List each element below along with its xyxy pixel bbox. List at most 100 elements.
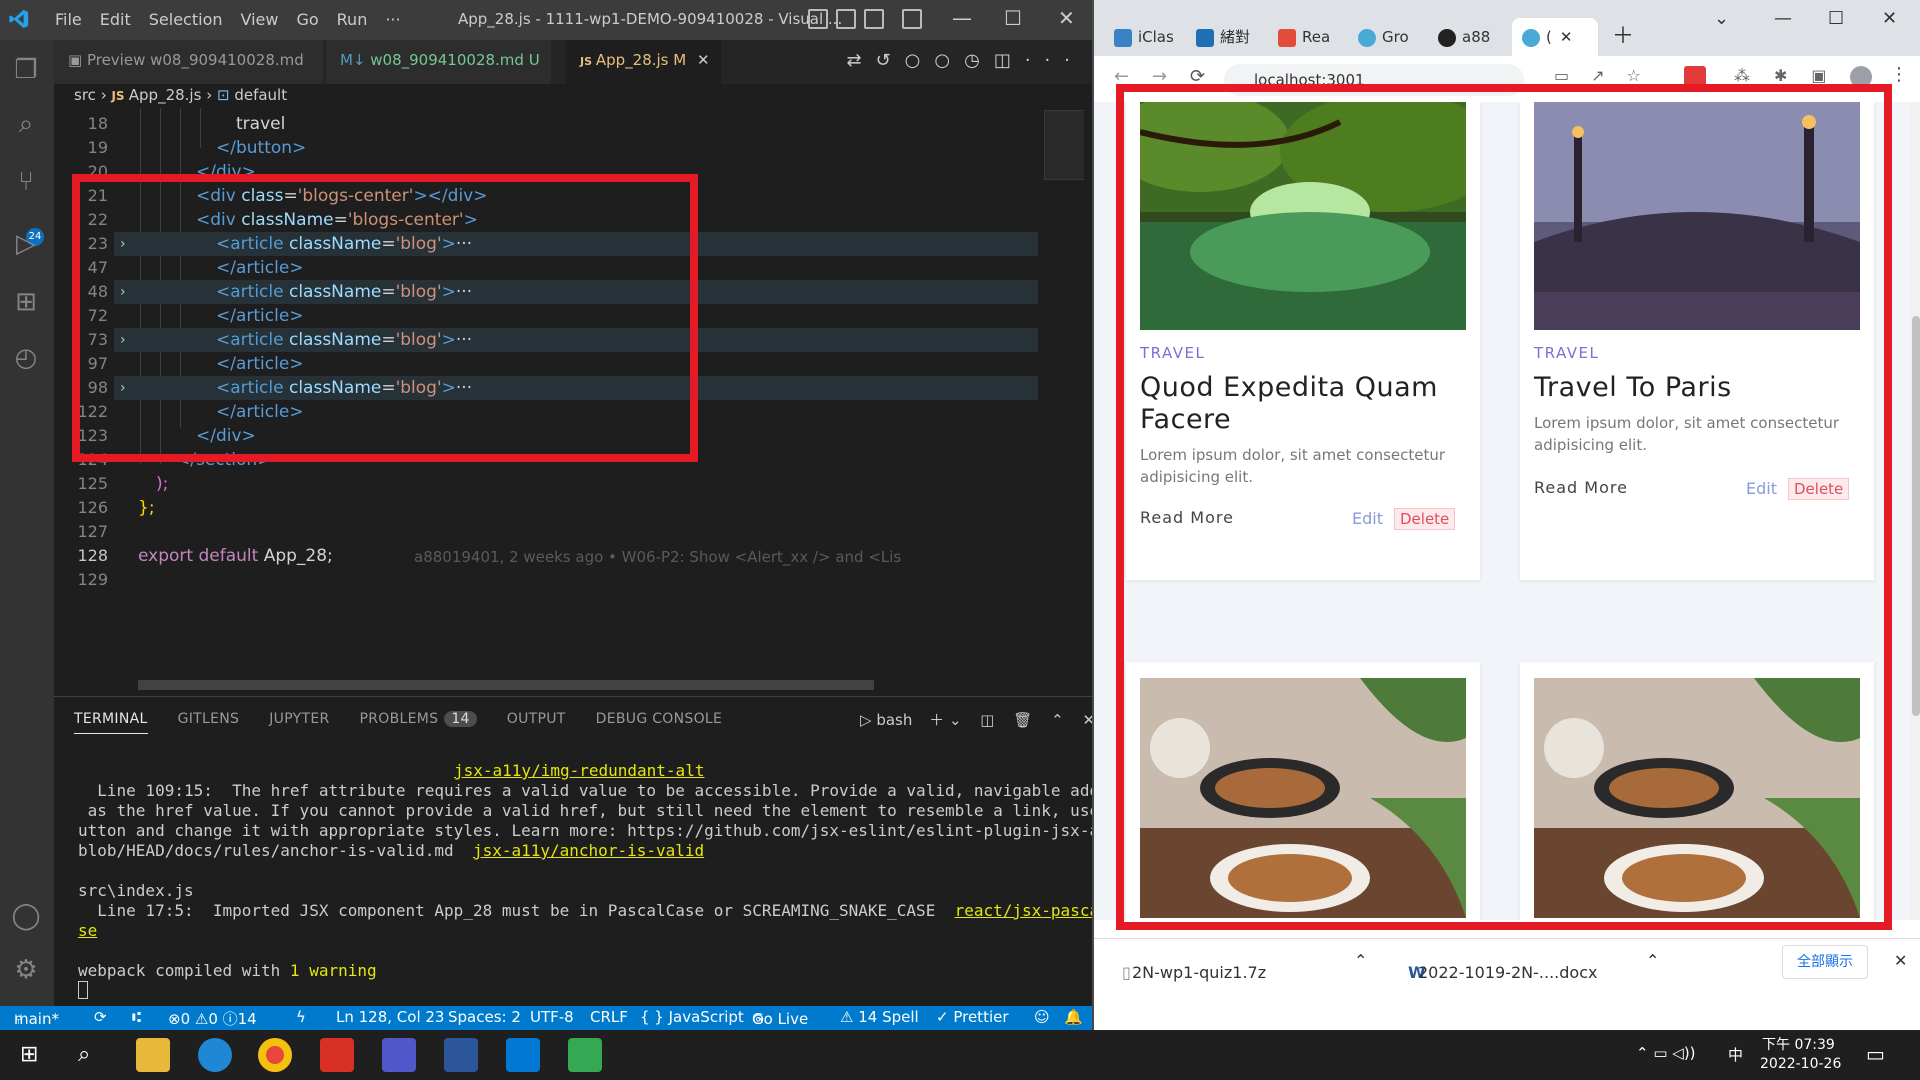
address-bar[interactable]: localhost:3001 [1224,64,1524,96]
extension-icon[interactable] [1684,66,1706,88]
fold-chevron-icon[interactable]: › [120,380,126,396]
chevron-up-icon[interactable]: ⌃ [1646,951,1659,970]
history-icon[interactable]: ◷ [964,50,994,71]
maximize-icon[interactable]: ☐ [1004,6,1022,30]
chrome-tab[interactable]: iClas [1114,18,1174,56]
settings-gear-icon[interactable]: ⚙ [8,952,44,988]
chevron-down-icon[interactable]: ⌄ [949,711,962,729]
back-icon[interactable]: ↺ [876,50,905,71]
menu-file[interactable]: File [46,10,91,29]
split-terminal-icon[interactable]: ◫ [980,711,994,729]
teams-icon[interactable] [382,1038,416,1072]
forward-icon[interactable]: ○ [934,50,964,71]
tab-search-icon[interactable]: ⌄ [1714,0,1729,38]
git-tool-icon[interactable] [568,1038,602,1072]
pdf-icon[interactable] [320,1038,354,1072]
cursor-position[interactable]: Ln 128, Col 23 [336,1008,444,1026]
trash-icon[interactable]: 🗑 [1013,711,1032,729]
explorer-icon[interactable]: ❐ [8,52,44,88]
reload-icon[interactable]: ⟳ [1190,66,1205,87]
fold-chevron-icon[interactable]: › [120,236,126,252]
scroll-thumb[interactable] [1912,316,1920,716]
menu-selection[interactable]: Selection [140,10,232,29]
maximize-panel-icon[interactable]: ⌃ [1051,711,1064,729]
spell-status[interactable]: ⚠ 14 Spell [840,1008,919,1026]
tab-gitlens[interactable]: GITLENS [178,711,240,734]
run-debug-icon[interactable]: ▷ [8,226,44,262]
rule-link[interactable]: jsx-a11y/img-redundant-alt [454,761,704,780]
fold-chevron-icon[interactable]: › [120,332,126,348]
breadcrumb-file[interactable]: App_28.js [129,86,202,104]
toggle-panel-icon[interactable] [836,9,856,29]
tab-md[interactable]: M↓ w08_909410028.md U [326,40,552,84]
language-mode[interactable]: { } JavaScript [640,1008,744,1026]
chevron-up-icon[interactable]: ⌃ [1354,951,1367,970]
edit-button[interactable]: Edit [1746,479,1777,498]
minimize-icon[interactable]: — [1774,0,1792,38]
sync-icon[interactable]: ⟳ [94,1008,107,1026]
breadcrumb-symbol[interactable]: default [234,86,287,104]
edge-icon[interactable] [198,1038,232,1072]
rule-link[interactable]: se [78,921,97,940]
edit-button[interactable]: Edit [1352,509,1383,528]
minimize-icon[interactable]: — [952,6,972,30]
close-tab-icon[interactable]: ✕ [1560,28,1573,46]
minimap[interactable] [1038,108,1084,690]
word-icon[interactable] [444,1038,478,1072]
chrome-tab[interactable]: Rea [1278,18,1330,56]
horizontal-scrollbar[interactable] [138,680,874,690]
chrome-tab-active[interactable]: (✕ [1512,18,1598,56]
menu-go[interactable]: Go [287,10,327,29]
file-explorer-icon[interactable] [136,1038,170,1072]
notification-center-icon[interactable]: ▭ [1866,1042,1885,1066]
terminal-shell-name[interactable]: bash [876,711,912,729]
toggle-sidebar-icon[interactable] [808,9,828,29]
gitlens-status-icon[interactable]: ⑆ [132,1008,141,1026]
tab-preview-md[interactable]: ▣ Preview w08_909410028.md [54,40,324,84]
indentation-status[interactable]: Spaces: 2 [448,1008,521,1026]
chrome-icon[interactable] [258,1038,292,1072]
menu-view[interactable]: View [232,10,288,29]
tray-icons[interactable]: ⌃ ▭ ◁)) [1636,1044,1696,1062]
fold-chevron-icon[interactable]: › [120,284,126,300]
chrome-menu-icon[interactable]: ⋮ [1890,64,1908,85]
show-all-button[interactable]: 全部顯示 [1782,945,1868,979]
lightning-icon[interactable]: ϟ [296,1008,306,1026]
feedback-icon[interactable]: ☺ [1034,1008,1050,1026]
maximize-icon[interactable]: ☐ [1828,0,1844,38]
clock-date[interactable]: 2022-10-26 [1760,1056,1841,1072]
close-tab-icon[interactable]: ✕ [697,51,710,69]
search-icon[interactable]: ⌕ [78,1042,90,1067]
close-window-icon[interactable]: ✕ [1058,6,1075,30]
gitlens-icon[interactable]: ◴ [8,340,44,376]
clock-time[interactable]: 下午 07:39 [1762,1034,1835,1054]
rule-link[interactable]: jsx-a11y/anchor-is-valid [473,841,704,860]
menu-edit[interactable]: Edit [91,10,140,29]
menu-run[interactable]: Run [328,10,377,29]
problems-status[interactable]: ⊗0 ⚠0 ⓘ14 [168,1008,257,1029]
page-scrollbar[interactable] [1910,102,1920,920]
close-window-icon[interactable]: ✕ [1882,0,1897,38]
dot-icon[interactable]: ○ [905,50,935,71]
delete-button[interactable]: Delete [1788,478,1850,500]
profile-avatar[interactable] [1850,66,1872,88]
search-icon[interactable]: ⌕ [8,106,44,142]
source-control-icon[interactable]: ⑂ [8,164,44,200]
toolbar-more-icons[interactable]: ⁂✱▣ [1734,66,1851,85]
chrome-tab[interactable]: a88 [1438,18,1490,56]
tab-output[interactable]: OUTPUT [507,711,566,734]
delete-button[interactable]: Delete [1394,508,1456,530]
tab-problems[interactable]: PROBLEMS 14 [360,711,477,734]
windows-start-icon[interactable]: ⊞ [20,1042,38,1067]
tab-jupyter[interactable]: JUPYTER [269,711,329,734]
tab-debug-console[interactable]: DEBUG CONSOLE [596,711,723,734]
ime-indicator[interactable]: 中 [1728,1044,1743,1065]
chrome-tab[interactable]: Gro [1358,18,1409,56]
vscode-icon[interactable] [506,1038,540,1072]
tab-terminal[interactable]: TERMINAL [74,711,148,734]
close-downloads-icon[interactable]: ✕ [1894,951,1907,970]
back-icon[interactable]: ← [1114,66,1129,87]
menu-more[interactable]: ··· [376,10,409,29]
split-editor-icon[interactable]: ◫ [994,50,1025,71]
customize-layout-icon[interactable] [902,9,922,29]
